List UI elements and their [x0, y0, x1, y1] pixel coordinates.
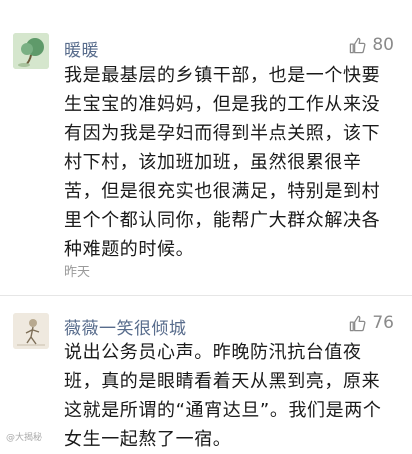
comment-text-line: 女生一起熬了一宿。 [64, 429, 232, 450]
like-button[interactable]: 76 [349, 313, 394, 333]
comment-text-line: 我是最基层的乡镇干部，也是一个快要 [64, 65, 381, 86]
comment-text-line: 有因为我是孕妇而得到半点关照，该下 [64, 123, 381, 144]
comment-time: 昨天 [64, 265, 91, 280]
avatar[interactable] [13, 33, 49, 69]
watermark: @大揭秘 [6, 433, 43, 443]
comment-text: 我是最基层的乡镇干部，也是一个快要 生宝宝的准妈妈，但是我的工作从来没 有因为我… [64, 61, 400, 264]
comment-text-line: 生宝宝的准妈妈，但是我的工作从来没 [64, 94, 381, 115]
thumbs-up-icon [350, 315, 366, 331]
comment-text-line: 种难题的时候。 [64, 239, 195, 260]
comment-text-line: 村下村，该加班加班，虽然很累很辛 [64, 152, 362, 173]
comment-item: 薇薇一笑很倾城 76 说出公务员心声。昨晚防汛抗台值夜 班，真的是眼睛看着天从黑… [0, 296, 412, 450]
plant-avatar-icon [13, 33, 49, 69]
comment-username[interactable]: 薇薇一笑很倾城 [64, 314, 187, 339]
comment-text: 说出公务员心声。昨晚防汛抗台值夜 班，真的是眼睛看着天从黑到亮，原来 这就是所谓… [64, 338, 400, 454]
comment-username[interactable]: 暖暖 [64, 36, 99, 61]
comment-text-line: 这就是所谓的“通宵达旦”。我们是两个 [64, 400, 382, 421]
comment-text-line: 里个个都认同你，能帮广大群众解决各 [64, 210, 381, 231]
comment-text-line: 苦，但是很充实也很满足，特别是到村 [64, 181, 381, 202]
avatar[interactable] [13, 313, 49, 349]
comment-text-line: 说出公务员心声。昨晚防汛抗台值夜 [64, 342, 362, 363]
like-button[interactable]: 80 [349, 35, 394, 55]
like-count: 80 [372, 35, 394, 55]
comment-text-line: 班，真的是眼睛看着天从黑到亮，原来 [64, 371, 381, 392]
thumbs-up-icon [350, 37, 366, 53]
person-sketch-avatar-icon [13, 313, 49, 349]
comment-item: 暖暖 80 我是最基层的乡镇干部，也是一个快要 生宝宝的准妈妈，但是我的工作从来… [0, 0, 412, 300]
like-count: 76 [372, 313, 394, 333]
